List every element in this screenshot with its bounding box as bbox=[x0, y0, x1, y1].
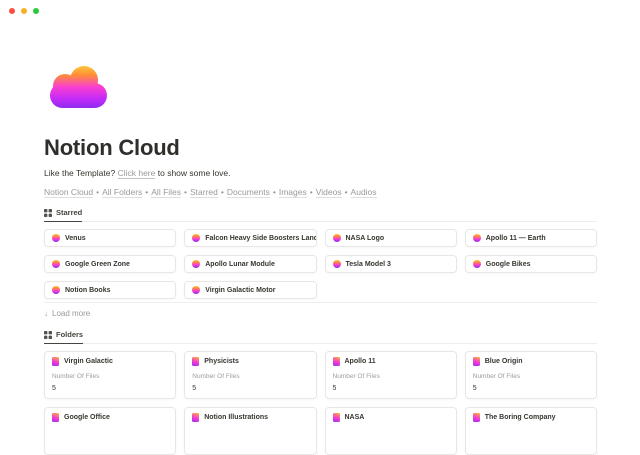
file-gradient-icon bbox=[333, 260, 341, 268]
folder-card[interactable]: NASA bbox=[325, 407, 457, 455]
folder-card-title: Apollo 11 bbox=[345, 358, 376, 365]
file-card-title: Google Green Zone bbox=[65, 261, 130, 268]
folder-gradient-icon bbox=[52, 413, 59, 422]
tab-starred[interactable]: Starred bbox=[44, 208, 82, 222]
property-value: 5 bbox=[192, 385, 308, 392]
breadcrumb: Notion Cloud•All Folders•All Files•Starr… bbox=[44, 187, 597, 197]
tab-starred-label: Starred bbox=[56, 208, 82, 217]
folder-card-title: Physicists bbox=[204, 358, 239, 365]
starred-gallery: Venus Falcon Heavy Side Boosters Landing… bbox=[44, 229, 597, 303]
subtitle-text: Like the Template? bbox=[44, 168, 115, 178]
folder-card-title: The Boring Company bbox=[485, 414, 556, 421]
breadcrumb-link-images[interactable]: Images bbox=[279, 187, 307, 198]
file-card[interactable]: Virgin Galactic Motor bbox=[184, 281, 316, 299]
breadcrumb-link-audios[interactable]: Audios bbox=[351, 187, 377, 198]
file-card[interactable]: Tesla Model 3 bbox=[325, 255, 457, 273]
file-card[interactable]: Falcon Heavy Side Boosters Landings bbox=[184, 229, 316, 247]
folder-card[interactable]: Apollo 11 Number Of Files 5 bbox=[325, 351, 457, 399]
subtitle-text: to show some love. bbox=[158, 168, 231, 178]
folder-gradient-icon bbox=[192, 413, 199, 422]
folder-gradient-icon bbox=[52, 357, 59, 366]
folder-gradient-icon bbox=[333, 413, 340, 422]
folder-card-title: Notion Illustrations bbox=[204, 414, 268, 421]
folder-card[interactable]: Blue Origin Number Of Files 5 bbox=[465, 351, 597, 399]
window-controls bbox=[9, 8, 39, 14]
file-gradient-icon bbox=[52, 260, 60, 268]
breadcrumb-link-documents[interactable]: Documents bbox=[227, 187, 270, 198]
tab-folders-label: Folders bbox=[56, 330, 83, 339]
folder-card[interactable]: The Boring Company bbox=[465, 407, 597, 455]
file-card-title: NASA Logo bbox=[346, 235, 385, 242]
file-card-title: Apollo 11 — Earth bbox=[486, 235, 546, 242]
file-card-title: Apollo Lunar Module bbox=[205, 261, 275, 268]
folder-card-title: Blue Origin bbox=[485, 358, 523, 365]
starred-section-header: Starred bbox=[44, 208, 597, 222]
file-card[interactable]: Google Bikes bbox=[465, 255, 597, 273]
page-title: Notion Cloud bbox=[44, 135, 597, 161]
down-arrow-icon: ↓ bbox=[44, 309, 48, 318]
folder-card[interactable]: Physicists Number Of Files 5 bbox=[184, 351, 316, 399]
file-gradient-icon bbox=[52, 234, 60, 242]
folder-card-title: Google Office bbox=[64, 414, 110, 421]
page-content: Notion Cloud Like the Template? Click he… bbox=[44, 0, 597, 455]
folder-gradient-icon bbox=[473, 413, 480, 422]
folders-section-header: Folders bbox=[44, 330, 597, 344]
gallery-view-icon bbox=[44, 331, 52, 339]
file-card[interactable]: Apollo Lunar Module bbox=[184, 255, 316, 273]
file-card-title: Venus bbox=[65, 235, 86, 242]
page-cloud-icon[interactable] bbox=[50, 66, 107, 108]
file-card[interactable]: Notion Books bbox=[44, 281, 176, 299]
folder-gradient-icon bbox=[333, 357, 340, 366]
folder-card-title: Virgin Galactic bbox=[64, 358, 113, 365]
breadcrumb-link-videos[interactable]: Videos bbox=[316, 187, 342, 198]
breadcrumb-link-notion-cloud[interactable]: Notion Cloud bbox=[44, 187, 93, 198]
file-gradient-icon bbox=[473, 234, 481, 242]
property-label: Number Of Files bbox=[192, 373, 308, 380]
file-gradient-icon bbox=[52, 286, 60, 294]
property-value: 5 bbox=[333, 385, 449, 392]
file-gradient-icon bbox=[473, 260, 481, 268]
breadcrumb-link-starred[interactable]: Starred bbox=[190, 187, 218, 198]
property-value: 5 bbox=[473, 385, 589, 392]
property-label: Number Of Files bbox=[333, 373, 449, 380]
file-card[interactable]: Venus bbox=[44, 229, 176, 247]
file-card-title: Google Bikes bbox=[486, 261, 531, 268]
folder-card[interactable]: Google Office bbox=[44, 407, 176, 455]
folder-card[interactable]: Notion Illustrations bbox=[184, 407, 316, 455]
file-gradient-icon bbox=[192, 234, 200, 242]
load-more-label: Load more bbox=[52, 309, 90, 318]
file-card[interactable]: Apollo 11 — Earth bbox=[465, 229, 597, 247]
file-card[interactable]: NASA Logo bbox=[325, 229, 457, 247]
breadcrumb-link-all-folders[interactable]: All Folders bbox=[102, 187, 142, 198]
folder-card[interactable]: Virgin Galactic Number Of Files 5 bbox=[44, 351, 176, 399]
file-card-title: Tesla Model 3 bbox=[346, 261, 391, 268]
breadcrumb-link-all-files[interactable]: All Files bbox=[151, 187, 181, 198]
page-subtitle: Like the Template? Click here to show so… bbox=[44, 168, 597, 178]
file-card-title: Notion Books bbox=[65, 287, 111, 294]
folder-card-title: NASA bbox=[345, 414, 365, 421]
folders-gallery: Virgin Galactic Number Of Files 5 Physic… bbox=[44, 351, 597, 455]
minimize-button[interactable] bbox=[21, 8, 27, 14]
load-more-button[interactable]: ↓ Load more bbox=[44, 309, 90, 318]
file-gradient-icon bbox=[192, 286, 200, 294]
zoom-button[interactable] bbox=[33, 8, 39, 14]
tab-folders[interactable]: Folders bbox=[44, 330, 83, 344]
property-value: 5 bbox=[52, 385, 168, 392]
property-label: Number Of Files bbox=[52, 373, 168, 380]
file-card[interactable]: Google Green Zone bbox=[44, 255, 176, 273]
gallery-view-icon bbox=[44, 209, 52, 217]
click-here-link[interactable]: Click here bbox=[118, 168, 156, 179]
property-label: Number Of Files bbox=[473, 373, 589, 380]
file-gradient-icon bbox=[333, 234, 341, 242]
folder-gradient-icon bbox=[192, 357, 199, 366]
close-button[interactable] bbox=[9, 8, 15, 14]
file-gradient-icon bbox=[192, 260, 200, 268]
folder-gradient-icon bbox=[473, 357, 480, 366]
file-card-title: Falcon Heavy Side Boosters Landings bbox=[205, 235, 316, 242]
file-card-title: Virgin Galactic Motor bbox=[205, 287, 275, 294]
